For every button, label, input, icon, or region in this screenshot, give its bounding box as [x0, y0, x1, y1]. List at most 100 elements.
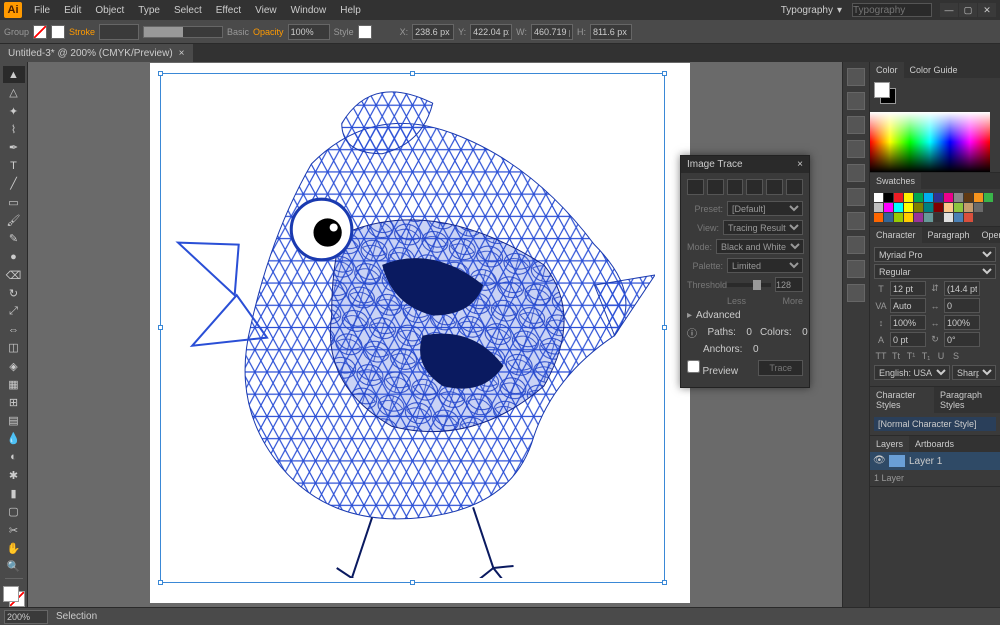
swatch[interactable] — [924, 193, 933, 202]
palette-select[interactable]: Limited — [727, 258, 803, 273]
swatch[interactable] — [894, 213, 903, 222]
paragraph-tab[interactable]: Paragraph — [922, 227, 976, 243]
baseline-input[interactable] — [890, 332, 926, 347]
close-tab-icon[interactable]: × — [179, 48, 185, 59]
view-select[interactable]: Tracing Result — [723, 220, 803, 235]
preset-icon[interactable] — [727, 179, 744, 195]
lasso-tool[interactable]: ⌇ — [3, 121, 25, 138]
swatch[interactable] — [904, 213, 913, 222]
pen-tool[interactable]: ✒ — [3, 139, 25, 156]
maximize-icon[interactable]: ▢ — [959, 3, 977, 17]
pencil-tool[interactable]: ✎ — [3, 230, 25, 247]
swatch[interactable] — [974, 203, 983, 212]
panel-icon[interactable] — [847, 92, 865, 110]
y-input[interactable] — [470, 24, 512, 40]
color-guide-tab[interactable]: Color Guide — [904, 62, 964, 78]
preset-icon[interactable] — [786, 179, 803, 195]
panel-icon[interactable] — [847, 68, 865, 86]
panel-icon[interactable] — [847, 140, 865, 158]
panel-icon[interactable] — [847, 188, 865, 206]
swatch[interactable] — [934, 203, 943, 212]
color-spectrum[interactable] — [870, 112, 990, 172]
swatches-tab[interactable]: Swatches — [870, 173, 921, 189]
swatch[interactable] — [964, 213, 973, 222]
menu-select[interactable]: Select — [168, 2, 208, 19]
underline-icon[interactable]: U — [934, 349, 948, 363]
panel-icon[interactable] — [847, 212, 865, 230]
font-style-select[interactable]: Regular — [874, 264, 996, 279]
swatch[interactable] — [874, 193, 883, 202]
tracking-input[interactable] — [944, 298, 980, 313]
swatch[interactable] — [884, 203, 893, 212]
menu-effect[interactable]: Effect — [210, 2, 247, 19]
swatch[interactable] — [904, 193, 913, 202]
layers-tab[interactable]: Layers — [870, 436, 909, 452]
workspace-selector[interactable]: Typography ▾ — [773, 3, 850, 18]
preview-checkbox[interactable]: Preview — [687, 359, 738, 377]
layer-row[interactable]: 👁 Layer 1 — [870, 452, 1000, 470]
swatch[interactable] — [914, 203, 923, 212]
parastyles-tab[interactable]: Paragraph Styles — [934, 387, 1000, 413]
preset-icon[interactable] — [687, 179, 704, 195]
subscript-icon[interactable]: T₁ — [919, 349, 933, 363]
rectangle-tool[interactable]: ▭ — [3, 194, 25, 211]
swatch[interactable] — [894, 193, 903, 202]
close-icon[interactable]: ✕ — [978, 3, 996, 17]
eye-icon[interactable]: 👁 — [873, 455, 885, 467]
advanced-toggle[interactable]: Advanced — [687, 310, 803, 321]
free-transform-tool[interactable]: ◫ — [3, 339, 25, 356]
eyedropper-tool[interactable]: 💧 — [3, 430, 25, 447]
menu-help[interactable]: Help — [334, 2, 367, 19]
language-select[interactable]: English: USA — [874, 365, 950, 380]
x-input[interactable] — [412, 24, 454, 40]
perspective-tool[interactable]: ▦ — [3, 376, 25, 393]
swatch[interactable] — [974, 193, 983, 202]
fill-well[interactable] — [3, 586, 19, 602]
rotation-input[interactable] — [944, 332, 980, 347]
menu-window[interactable]: Window — [285, 2, 333, 19]
panel-icon[interactable] — [847, 236, 865, 254]
w-input[interactable] — [531, 24, 573, 40]
width-tool[interactable]: ⇔ — [3, 321, 25, 338]
zoom-input[interactable] — [4, 610, 48, 624]
eraser-tool[interactable]: ⌫ — [3, 266, 25, 283]
blend-tool[interactable]: ◐ — [3, 449, 25, 466]
stroke-weight[interactable] — [99, 24, 139, 40]
color-wells[interactable] — [874, 82, 896, 104]
antialias-select[interactable]: Sharp — [952, 365, 996, 380]
swatch[interactable] — [924, 213, 933, 222]
menu-view[interactable]: View — [249, 2, 283, 19]
menu-file[interactable]: File — [28, 2, 56, 19]
font-family-select[interactable]: Myriad Pro — [874, 247, 996, 262]
swatch[interactable] — [944, 213, 953, 222]
gradient-tool[interactable]: ▤ — [3, 412, 25, 429]
preset-icon[interactable] — [746, 179, 763, 195]
swatch[interactable] — [884, 213, 893, 222]
charstyles-tab[interactable]: Character Styles — [870, 387, 934, 413]
column-graph-tool[interactable]: ▮ — [3, 485, 25, 502]
menu-edit[interactable]: Edit — [58, 2, 87, 19]
threshold-slider[interactable] — [727, 283, 771, 287]
threshold-input[interactable] — [775, 277, 803, 292]
panel-icon[interactable] — [847, 260, 865, 278]
symbol-sprayer-tool[interactable]: ✱ — [3, 467, 25, 484]
swatch[interactable] — [984, 193, 993, 202]
brush-definition[interactable] — [143, 26, 223, 38]
menu-object[interactable]: Object — [89, 2, 130, 19]
selection-tool[interactable]: ▲ — [3, 66, 25, 83]
paintbrush-tool[interactable]: 🖌 — [3, 212, 25, 229]
swatch[interactable] — [934, 193, 943, 202]
preset-icon[interactable] — [707, 179, 724, 195]
h-input[interactable] — [590, 24, 632, 40]
swatch[interactable] — [984, 203, 993, 212]
swatch[interactable] — [944, 193, 953, 202]
line-tool[interactable]: ╱ — [3, 175, 25, 192]
kerning-input[interactable] — [890, 298, 926, 313]
artboard-tool[interactable]: ▢ — [3, 503, 25, 520]
leading-input[interactable] — [944, 281, 980, 296]
swatch[interactable] — [914, 193, 923, 202]
font-size-input[interactable] — [890, 281, 926, 296]
swatch[interactable] — [954, 203, 963, 212]
artboards-tab[interactable]: Artboards — [909, 436, 960, 452]
character-tab[interactable]: Character — [870, 227, 922, 243]
